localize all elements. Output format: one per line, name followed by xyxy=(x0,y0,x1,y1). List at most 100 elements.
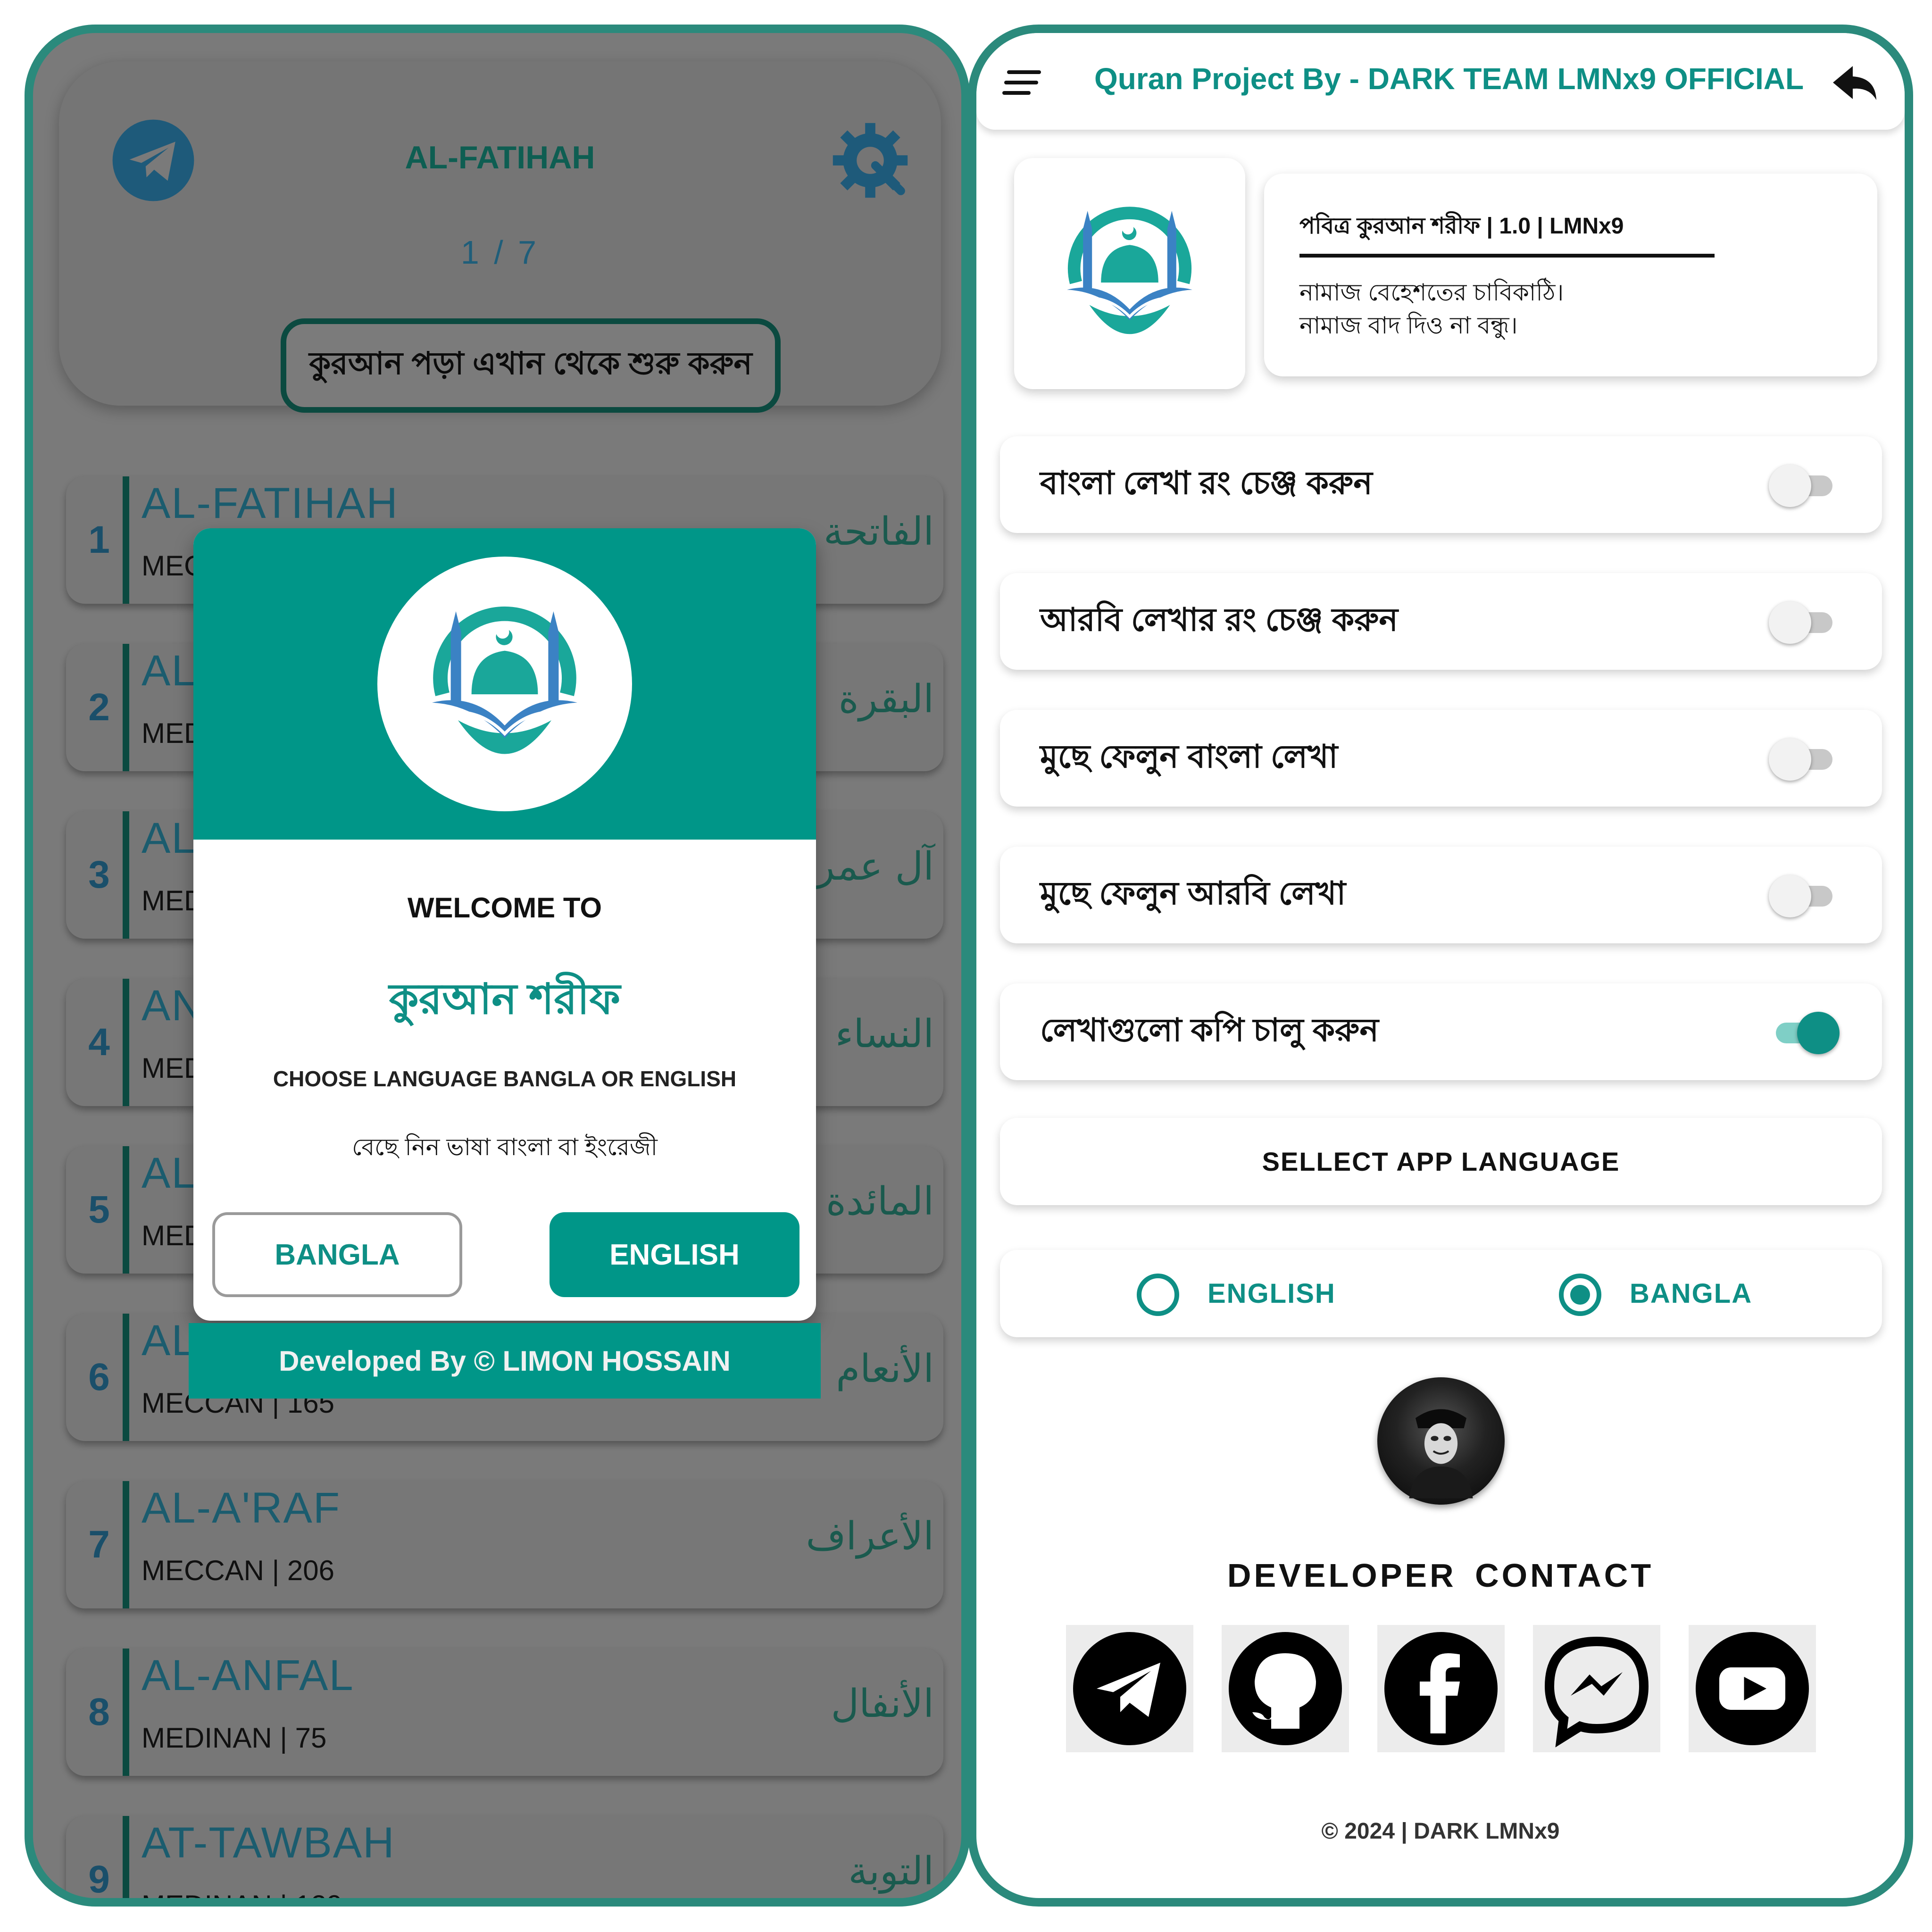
surah-name: AT-TAWBAH xyxy=(142,1819,395,1867)
welcome-text: WELCOME TO xyxy=(407,892,602,924)
bangla-radio-label[interactable]: BANGLA xyxy=(1630,1250,1752,1337)
copyright-text: © 2024 | DARK LMNx9 xyxy=(1321,1819,1560,1844)
app-logo xyxy=(377,557,632,811)
toggle-switch[interactable] xyxy=(1769,873,1840,917)
surah-arabic-name: المائدة xyxy=(826,1179,934,1224)
surah-number: 5 xyxy=(88,1188,110,1231)
bangla-button[interactable]: BANGLA xyxy=(212,1212,462,1297)
app-info-card: পবিত্র কুরআন শরীফ | 1.0 | LMNx9 নামাজ বে… xyxy=(1264,174,1877,376)
app-logo-card xyxy=(1014,158,1245,389)
left-screen: AL-FATIHAH 1 / 7 কুরআন পড়া এখান থেকে শু… xyxy=(25,25,970,1907)
language-radio-group: ENGLISH BANGLA xyxy=(1000,1250,1882,1337)
telegram-icon[interactable] xyxy=(1066,1625,1193,1752)
setting-label: বাংলা লেখা রং চেঞ্জ করুন xyxy=(1040,465,1373,501)
surah-name: AL xyxy=(142,647,197,695)
developer-avatar xyxy=(1377,1377,1505,1505)
surah-number: 6 xyxy=(88,1356,110,1399)
surah-info: MEDINAN | 75 xyxy=(142,1722,327,1754)
surah-number: 9 xyxy=(88,1858,110,1901)
toggle-knob xyxy=(1797,1012,1840,1054)
surah-name: AL-ANFAL xyxy=(142,1651,354,1699)
ayah-counter: 1 / 7 xyxy=(460,234,540,271)
toggle-switch[interactable] xyxy=(1769,1009,1840,1054)
settings-top-bar: Quran Project By - DARK TEAM LMNx9 OFFIC… xyxy=(976,33,1905,130)
toggle-knob xyxy=(1769,601,1811,644)
toggle-switch[interactable] xyxy=(1769,599,1840,644)
surah-row[interactable]: 8 AL-ANFAL MEDINAN | 75 الأنفال xyxy=(66,1649,943,1776)
bangla-radio[interactable] xyxy=(1559,1274,1601,1316)
back-arrow-icon[interactable] xyxy=(1829,61,1881,104)
app-info-line: পবিত্র কুরআন শরীফ | 1.0 | LMNx9 xyxy=(1299,214,1624,239)
row-accent-bar xyxy=(123,476,129,604)
row-accent-bar xyxy=(123,1816,129,1898)
settings-gear-icon[interactable] xyxy=(828,118,913,203)
setting-option-row: মুছে ফেলুন আরবি লেখা xyxy=(1000,847,1882,943)
developed-by-banner: Developed By © LIMON HOSSAIN xyxy=(189,1323,821,1399)
right-screen: Quran Project By - DARK TEAM LMNx9 OFFIC… xyxy=(968,25,1913,1907)
surah-arabic-name: البقرة xyxy=(838,677,934,722)
language-dialog: WELCOME TO কুরআন শরীফ CHOOSE LANGUAGE BA… xyxy=(193,528,816,1321)
surah-number: 4 xyxy=(88,1021,110,1064)
surah-arabic-name: الفاتحة xyxy=(824,509,934,554)
surah-header-card: AL-FATIHAH 1 / 7 কুরআন পড়া এখান থেকে শু… xyxy=(59,61,941,413)
surah-arabic-name: الأنعام xyxy=(836,1347,934,1391)
row-accent-bar xyxy=(123,1314,129,1441)
surah-name: AL-A'RAF xyxy=(142,1484,341,1532)
facebook-icon[interactable] xyxy=(1377,1625,1505,1752)
surah-arabic-name: الأنفال xyxy=(831,1682,934,1726)
english-radio-label[interactable]: ENGLISH xyxy=(1208,1250,1336,1337)
row-accent-bar xyxy=(123,811,129,939)
toggle-knob xyxy=(1769,465,1811,507)
quote-line-2: নামাজ বাদ দিও না বন্ধু। xyxy=(1299,312,1518,339)
setting-label: আরবি লেখার রং চেঞ্জ করুন xyxy=(1040,601,1399,638)
github-icon[interactable] xyxy=(1222,1625,1349,1752)
toggle-knob xyxy=(1769,875,1811,917)
select-app-language-button[interactable]: SELLECT APP LANGUAGE xyxy=(1000,1118,1882,1205)
row-accent-bar xyxy=(123,1146,129,1274)
surah-number: 7 xyxy=(88,1523,110,1566)
surah-arabic-name: التوبة xyxy=(848,1849,934,1894)
setting-label: লেখাগুলো কপি চালু করুন xyxy=(1040,1012,1379,1048)
surah-name: AL-FATIHAH xyxy=(142,479,399,527)
surah-row[interactable]: 9 AT-TAWBAH MEDINAN | 129 التوبة xyxy=(66,1816,943,1907)
surah-number: 8 xyxy=(88,1690,110,1733)
choose-language-text: CHOOSE LANGUAGE BANGLA OR ENGLISH xyxy=(273,1066,737,1091)
start-reading-button[interactable]: কুরআন পড়া এখান থেকে শুরু করুন xyxy=(281,318,781,413)
surah-title: AL-FATIHAH xyxy=(405,140,595,175)
surah-row[interactable]: 7 AL-A'RAF MECCAN | 206 الأعراف xyxy=(66,1481,943,1608)
app-name: কুরআন শরীফ xyxy=(389,976,621,1023)
surah-number: 3 xyxy=(88,853,110,896)
menu-icon[interactable] xyxy=(1002,68,1045,97)
setting-option-row: বাংলা লেখা রং চেঞ্জ করুন xyxy=(1000,436,1882,533)
english-radio[interactable] xyxy=(1137,1274,1179,1316)
surah-number: 1 xyxy=(88,518,110,561)
setting-option-row: আরবি লেখার রং চেঞ্জ করুন xyxy=(1000,573,1882,670)
mosque-book-logo-icon xyxy=(432,606,577,754)
surah-number: 2 xyxy=(88,686,110,729)
surah-info: MECCAN | 206 xyxy=(142,1555,335,1586)
row-accent-bar xyxy=(123,979,129,1106)
mosque-book-logo-icon xyxy=(1067,207,1192,334)
surah-name: AL xyxy=(142,814,197,862)
row-accent-bar xyxy=(123,1649,129,1776)
row-accent-bar xyxy=(123,644,129,771)
setting-label: মুছে ফেলুন আরবি লেখা xyxy=(1040,875,1346,911)
messenger-icon[interactable] xyxy=(1533,1625,1660,1752)
divider xyxy=(1299,254,1715,258)
surah-name: AL xyxy=(142,1149,197,1197)
row-accent-bar xyxy=(123,1481,129,1608)
toggle-knob xyxy=(1769,738,1811,781)
dialog-header xyxy=(193,528,816,840)
toggle-switch[interactable] xyxy=(1769,462,1840,507)
youtube-icon[interactable] xyxy=(1689,1625,1816,1752)
surah-arabic-name: النساء xyxy=(835,1012,934,1057)
developer-contact-title: DEVELOPER CONTACT xyxy=(1227,1557,1654,1594)
setting-option-row: মুছে ফেলুন বাংলা লেখা xyxy=(1000,710,1882,807)
toggle-switch[interactable] xyxy=(1769,736,1840,781)
setting-option-row: লেখাগুলো কপি চালু করুন xyxy=(1000,983,1882,1080)
surah-arabic-name: الأعراف xyxy=(806,1514,934,1559)
app-title: Quran Project By - DARK TEAM LMNx9 OFFIC… xyxy=(1094,62,1804,96)
english-button[interactable]: ENGLISH xyxy=(550,1212,799,1297)
surah-info: MEDINAN | 129 xyxy=(142,1890,342,1907)
setting-label: মুছে ফেলুন বাংলা লেখা xyxy=(1040,738,1338,774)
